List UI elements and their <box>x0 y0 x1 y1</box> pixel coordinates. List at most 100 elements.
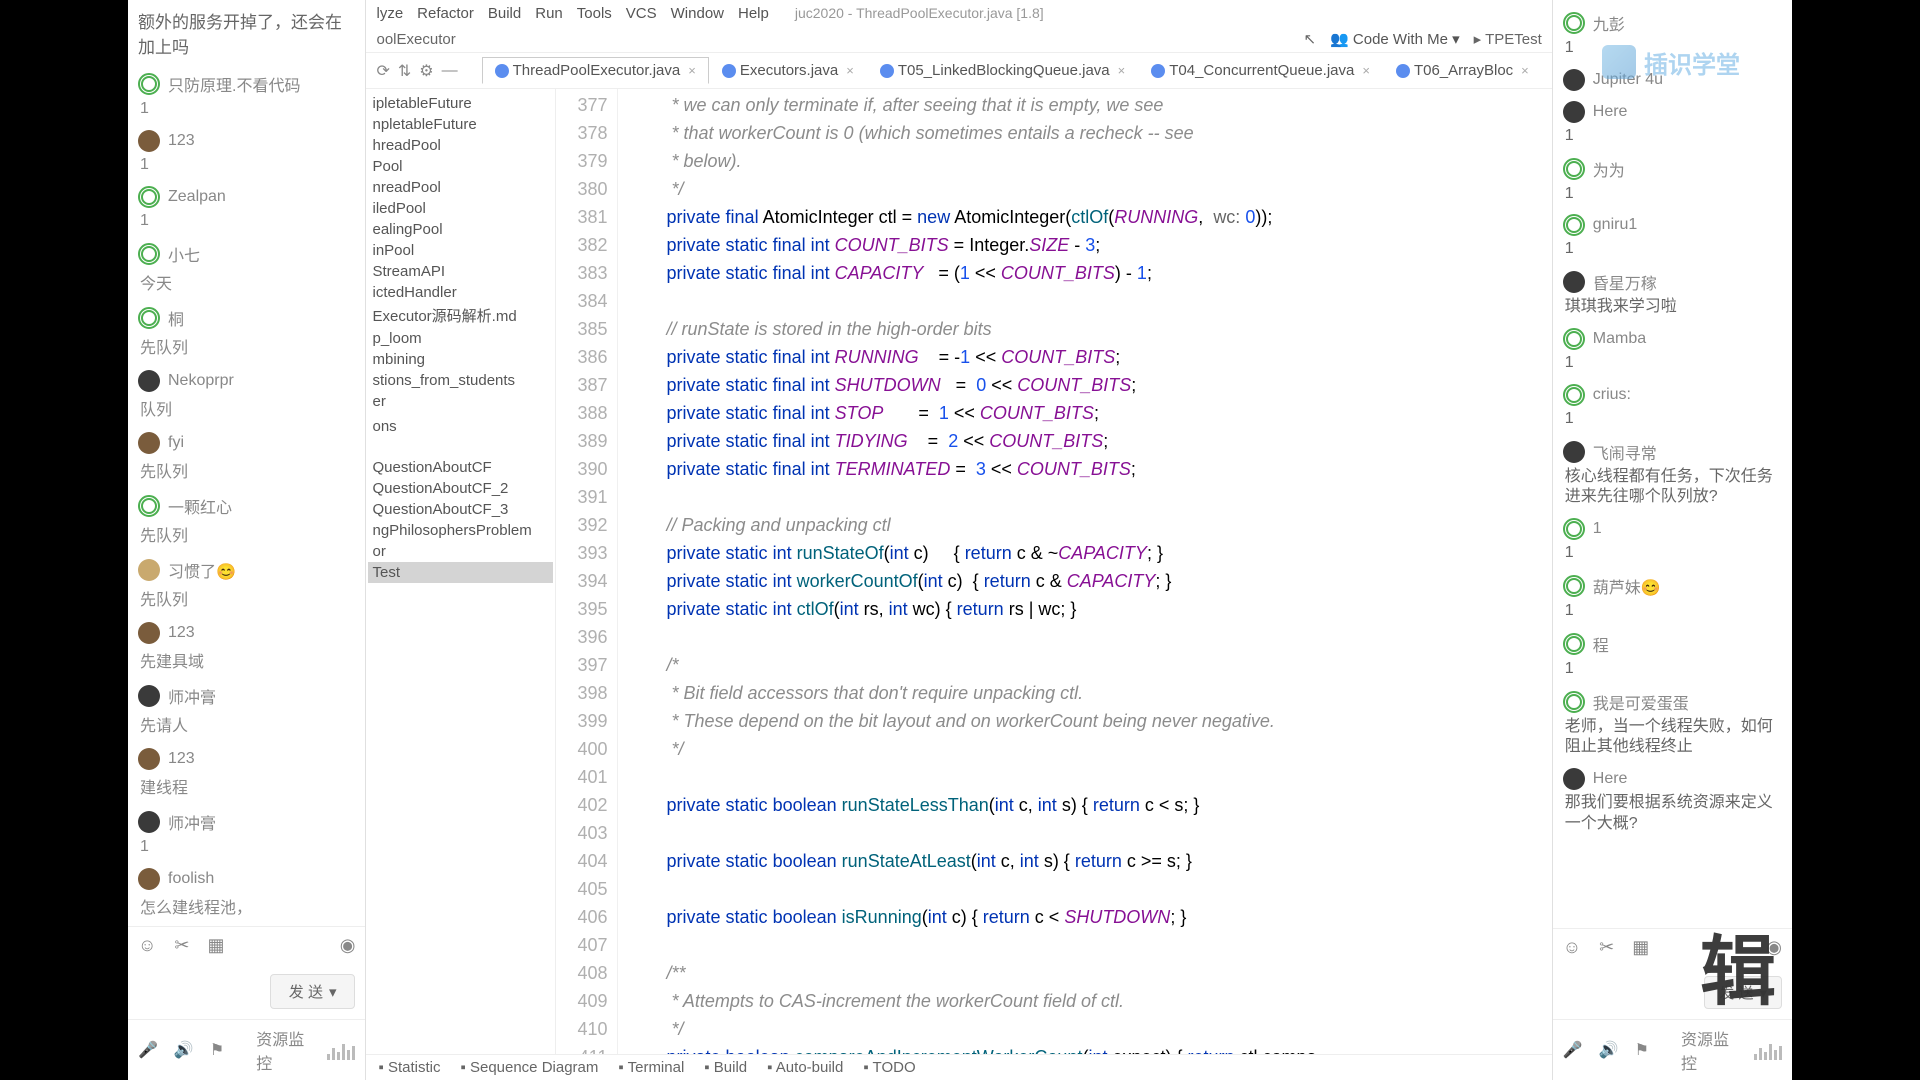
image-icon[interactable]: ▦ <box>207 935 224 956</box>
user-item[interactable]: 桐先队列 <box>134 300 359 364</box>
emoji-icon[interactable]: ☺ <box>1563 937 1581 958</box>
mic-icon[interactable]: 🎤 <box>138 1040 158 1060</box>
run-config[interactable]: ▸ TPETest <box>1474 30 1542 48</box>
tree-item[interactable]: Pool <box>368 156 553 177</box>
minimize-icon[interactable]: — <box>442 62 458 80</box>
editor-tab[interactable]: T05_LinkedBlockingQueue.java× <box>867 57 1138 84</box>
scissors-icon[interactable]: ✂ <box>174 935 189 956</box>
speaker-icon[interactable]: 🔊 <box>174 1040 194 1060</box>
editor-tab[interactable]: ThreadPoolExecutor.java× <box>482 57 709 84</box>
tree-item[interactable]: hreadPool <box>368 135 553 156</box>
tree-item[interactable]: er <box>368 391 553 412</box>
close-icon[interactable]: × <box>1118 63 1126 78</box>
tree-item[interactable]: iledPool <box>368 198 553 219</box>
chat-item[interactable]: 我是可爱蛋蛋老师，当一个线程失败，如何阻止其他线程终止 <box>1561 685 1784 764</box>
user-item[interactable]: 只防原理.不看代码1 <box>134 66 359 124</box>
tree-item[interactable]: or <box>368 541 553 562</box>
menu-item[interactable]: VCS <box>626 5 657 22</box>
send-button[interactable]: 发 送 ▾ <box>270 974 356 1009</box>
editor-tab[interactable]: T06_ArrayBloc× <box>1383 57 1542 84</box>
tree-item[interactable]: Test <box>368 562 553 583</box>
user-item[interactable]: 师冲膏1 <box>134 804 359 862</box>
user-item[interactable]: Nekoprpr队列 <box>134 364 359 426</box>
record-icon[interactable]: ◉ <box>340 935 356 956</box>
user-item[interactable]: Zealpan1 <box>134 180 359 236</box>
user-list[interactable]: 只防原理.不看代码11231Zealpan1小七今天桐先队列Nekoprpr队列… <box>128 66 365 926</box>
code-with-me-button[interactable]: 👥 Code With Me ▾ <box>1330 30 1460 48</box>
close-icon[interactable]: × <box>1362 63 1370 78</box>
user-item[interactable]: 师冲膏先请人 <box>134 678 359 742</box>
code-editor[interactable]: 3773783793803813823833843853863873883893… <box>556 89 1551 1054</box>
chat-item[interactable]: gniru11 <box>1561 209 1784 265</box>
user-item[interactable]: 123建线程 <box>134 742 359 804</box>
collapse-icon[interactable]: ⇅ <box>398 61 411 81</box>
user-item[interactable]: 习惯了😊先队列 <box>134 552 359 616</box>
menu-item[interactable]: Run <box>535 5 563 22</box>
close-icon[interactable]: × <box>1521 63 1529 78</box>
menu-item[interactable]: Window <box>671 5 724 22</box>
tree-item[interactable]: ons <box>368 416 553 437</box>
tree-item[interactable]: StreamAPI <box>368 261 553 282</box>
image-icon[interactable]: ▦ <box>1632 937 1649 958</box>
tree-item[interactable]: QuestionAboutCF_3 <box>368 499 553 520</box>
editor-tab[interactable]: Executors.java× <box>709 57 867 84</box>
menu-bar[interactable]: lyzeRefactorBuildRunToolsVCSWindowHelpju… <box>366 0 1551 26</box>
chat-item[interactable]: 飞闹寻常核心线程都有任务，下次任务进来先往哪个队列放? <box>1561 435 1784 514</box>
tool-window-bar[interactable]: ▪ Statistic ▪ Sequence Diagram ▪ Terminal ▪… <box>366 1054 1551 1080</box>
chat-item[interactable]: Here那我们要根据系统资源来定义一个大概? <box>1561 763 1784 840</box>
speaker-icon[interactable]: 🔊 <box>1599 1040 1619 1060</box>
tree-item[interactable]: inPool <box>368 240 553 261</box>
menu-item[interactable]: lyze <box>376 5 403 22</box>
chat-item[interactable]: Mamba1 <box>1561 323 1784 379</box>
code-content[interactable]: * we can only terminate if, after seeing… <box>618 89 1551 1054</box>
tool-window-tab[interactable]: ▪ Sequence Diagram <box>460 1059 598 1076</box>
menu-item[interactable]: Help <box>738 5 769 22</box>
chat-item[interactable]: crius:1 <box>1561 379 1784 435</box>
breadcrumb[interactable]: oolExecutor <box>376 31 455 48</box>
user-item[interactable]: 小七今天 <box>134 236 359 300</box>
tree-item[interactable]: QuestionAboutCF <box>368 457 553 478</box>
mic-icon[interactable]: 🎤 <box>1563 1040 1583 1060</box>
tree-item[interactable]: QuestionAboutCF_2 <box>368 478 553 499</box>
user-item[interactable]: foolish怎么建线程池， <box>134 862 359 924</box>
tree-item[interactable]: npletableFuture <box>368 114 553 135</box>
menu-item[interactable]: Tools <box>577 5 612 22</box>
close-icon[interactable]: × <box>688 63 696 78</box>
flag-icon[interactable]: ⚑ <box>1635 1040 1649 1060</box>
tree-item[interactable]: nreadPool <box>368 177 553 198</box>
back-icon[interactable]: ↖ <box>1303 30 1316 48</box>
tree-item[interactable]: ictedHandler <box>368 282 553 303</box>
tool-window-tab[interactable]: ▪ Build <box>704 1059 747 1076</box>
user-item[interactable]: 1231 <box>134 124 359 180</box>
chat-list[interactable]: 九彭1Jupiter 4uHere1为为1gniru11昏星万稼琪琪我来学习啦M… <box>1553 0 1792 928</box>
chat-item[interactable]: 葫芦妹😊1 <box>1561 569 1784 627</box>
user-item[interactable]: 123先建具域 <box>134 616 359 678</box>
emoji-icon[interactable]: ☺ <box>138 935 156 956</box>
close-icon[interactable]: × <box>846 63 854 78</box>
tool-window-tab[interactable]: ▪ Statistic <box>378 1059 440 1076</box>
tree-item[interactable]: stions_from_students <box>368 370 553 391</box>
chat-item[interactable]: 11 <box>1561 513 1784 569</box>
chat-item[interactable]: 昏星万稼琪琪我来学习啦 <box>1561 265 1784 323</box>
chat-item[interactable]: 程1 <box>1561 627 1784 685</box>
scissors-icon[interactable]: ✂ <box>1599 937 1614 958</box>
project-tree[interactable]: ipletableFuturenpletableFuturehreadPoolP… <box>366 89 556 1054</box>
tree-item[interactable]: p_loom <box>368 328 553 349</box>
user-item[interactable]: 一颗红心先队列 <box>134 488 359 552</box>
tree-item[interactable]: mbining <box>368 349 553 370</box>
gear-icon[interactable]: ⚙ <box>419 61 433 81</box>
tree-item[interactable]: ealingPool <box>368 219 553 240</box>
tool-window-tab[interactable]: ▪ Auto-build <box>767 1059 843 1076</box>
editor-tabs[interactable]: ThreadPoolExecutor.java×Executors.java×T… <box>482 57 1542 84</box>
tree-item[interactable]: ipletableFuture <box>368 93 553 114</box>
tool-window-tab[interactable]: ▪ TODO <box>863 1059 915 1076</box>
chat-item[interactable]: 为为1 <box>1561 152 1784 210</box>
tool-window-tab[interactable]: ▪ Terminal <box>618 1059 684 1076</box>
chat-item[interactable]: Here1 <box>1561 96 1784 152</box>
menu-item[interactable]: Refactor <box>417 5 474 22</box>
refresh-icon[interactable]: ⟳ <box>376 61 389 81</box>
flag-icon[interactable]: ⚑ <box>210 1040 224 1060</box>
user-item[interactable]: fyi先队列 <box>134 426 359 488</box>
editor-tab[interactable]: T04_ConcurrentQueue.java× <box>1138 57 1383 84</box>
tree-item[interactable]: Executor源码解析.md <box>368 303 553 328</box>
